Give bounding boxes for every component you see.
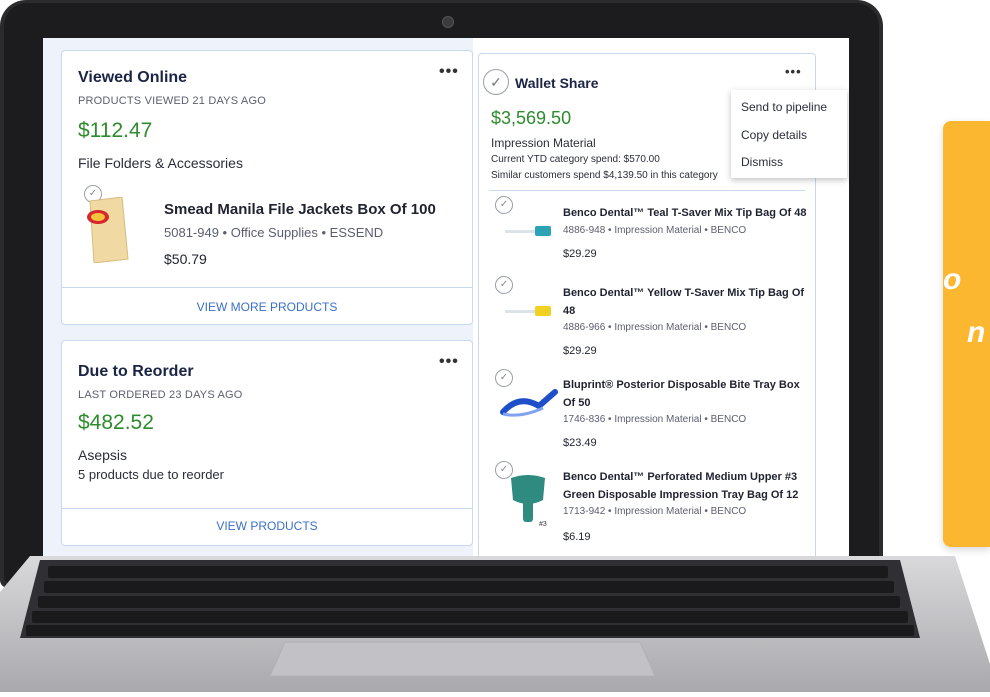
- category-name: Impression Material: [491, 136, 596, 150]
- file-jacket-icon: [87, 196, 129, 264]
- divider: [62, 508, 472, 509]
- category-name: Asepsis: [78, 447, 128, 463]
- divider: [489, 190, 805, 191]
- menu-item-dismiss[interactable]: Dismiss: [741, 155, 783, 169]
- product-name-line2[interactable]: Green Disposable Impression Tray Bag Of …: [563, 486, 798, 504]
- product-image: [84, 196, 132, 264]
- laptop-base: [0, 556, 990, 692]
- product-meta: 4886-966 • Impression Material • BENCO: [563, 322, 747, 333]
- product-name[interactable]: Benco Dental™ Yellow T-Saver Mix Tip Bag…: [563, 284, 804, 302]
- app-screen: Viewed Online ••• PRODUCTS VIEWED 21 DAY…: [43, 38, 849, 557]
- card-caption: PRODUCTS VIEWED 21 DAYS AGO: [78, 95, 266, 107]
- product-meta: 1713-942 • Impression Material • BENCO: [563, 506, 747, 517]
- product-image: [499, 384, 559, 424]
- product-meta: 5081-949 • Office Supplies • ESSEND: [164, 225, 384, 240]
- product-name[interactable]: Benco Dental™ Perforated Medium Upper #3: [563, 468, 797, 486]
- select-checkbox[interactable]: ✓: [495, 196, 513, 214]
- product-meta: 4886-948 • Impression Material • BENCO: [563, 225, 747, 236]
- product-price: $50.79: [164, 251, 207, 267]
- product-price: $6.19: [563, 531, 591, 543]
- card-caption: LAST ORDERED 23 DAYS AGO: [78, 389, 243, 401]
- options-menu: Send to pipeline Copy details Dismiss: [731, 90, 847, 178]
- product-price: $29.29: [563, 248, 597, 260]
- product-image: #3: [503, 474, 553, 529]
- menu-item-send-to-pipeline[interactable]: Send to pipeline: [741, 100, 827, 114]
- product-name[interactable]: Bluprint® Posterior Disposable Bite Tray…: [563, 376, 800, 394]
- similar-spend: Similar customers spend $4,139.50 in thi…: [491, 170, 718, 181]
- webcam-icon: [442, 16, 454, 28]
- product-meta: 1746-836 • Impression Material • BENCO: [563, 414, 747, 425]
- card-amount: $482.52: [78, 411, 154, 434]
- card-amount: $3,569.50: [491, 108, 572, 128]
- svg-text:#3: #3: [539, 521, 547, 528]
- card-amount: $112.47: [78, 119, 153, 142]
- promo-text-line2: n: [967, 316, 986, 349]
- more-options-button[interactable]: •••: [439, 353, 459, 371]
- reorder-detail: 5 products due to reorder: [78, 467, 224, 482]
- card-title: Due to Reorder: [78, 363, 194, 380]
- menu-item-copy-details[interactable]: Copy details: [741, 128, 807, 142]
- more-options-button[interactable]: •••: [439, 63, 459, 81]
- product-name[interactable]: Benco Dental™ Teal T-Saver Mix Tip Bag O…: [563, 204, 807, 222]
- due-to-reorder-card: Due to Reorder ••• LAST ORDERED 23 DAYS …: [61, 340, 473, 546]
- card-title: Wallet Share: [515, 75, 599, 91]
- divider: [62, 287, 472, 288]
- promo-text-line1: o: [943, 263, 962, 296]
- select-checkbox[interactable]: ✓: [495, 276, 513, 294]
- category-name: File Folders & Accessories: [78, 155, 243, 171]
- view-more-products-link[interactable]: VIEW MORE PRODUCTS: [62, 300, 472, 314]
- view-products-link[interactable]: VIEW PRODUCTS: [62, 519, 472, 533]
- viewed-online-card: Viewed Online ••• PRODUCTS VIEWED 21 DAY…: [61, 50, 473, 325]
- more-options-button[interactable]: •••: [785, 64, 802, 79]
- current-spend: Current YTD category spend: $570.00: [491, 154, 660, 165]
- product-image: [505, 304, 555, 316]
- product-price: $29.29: [563, 345, 597, 357]
- product-name-line2[interactable]: Of 50: [563, 394, 591, 412]
- check-circle-icon[interactable]: ✓: [483, 69, 509, 95]
- product-name-line2[interactable]: 48: [563, 302, 575, 320]
- keyboard-deck: [0, 556, 990, 692]
- card-title: Viewed Online: [78, 69, 188, 86]
- product-name[interactable]: Smead Manila File Jackets Box Of 100: [164, 201, 436, 219]
- product-price: $23.49: [563, 437, 597, 449]
- promo-panel: o n: [943, 121, 990, 547]
- product-image: [505, 224, 555, 236]
